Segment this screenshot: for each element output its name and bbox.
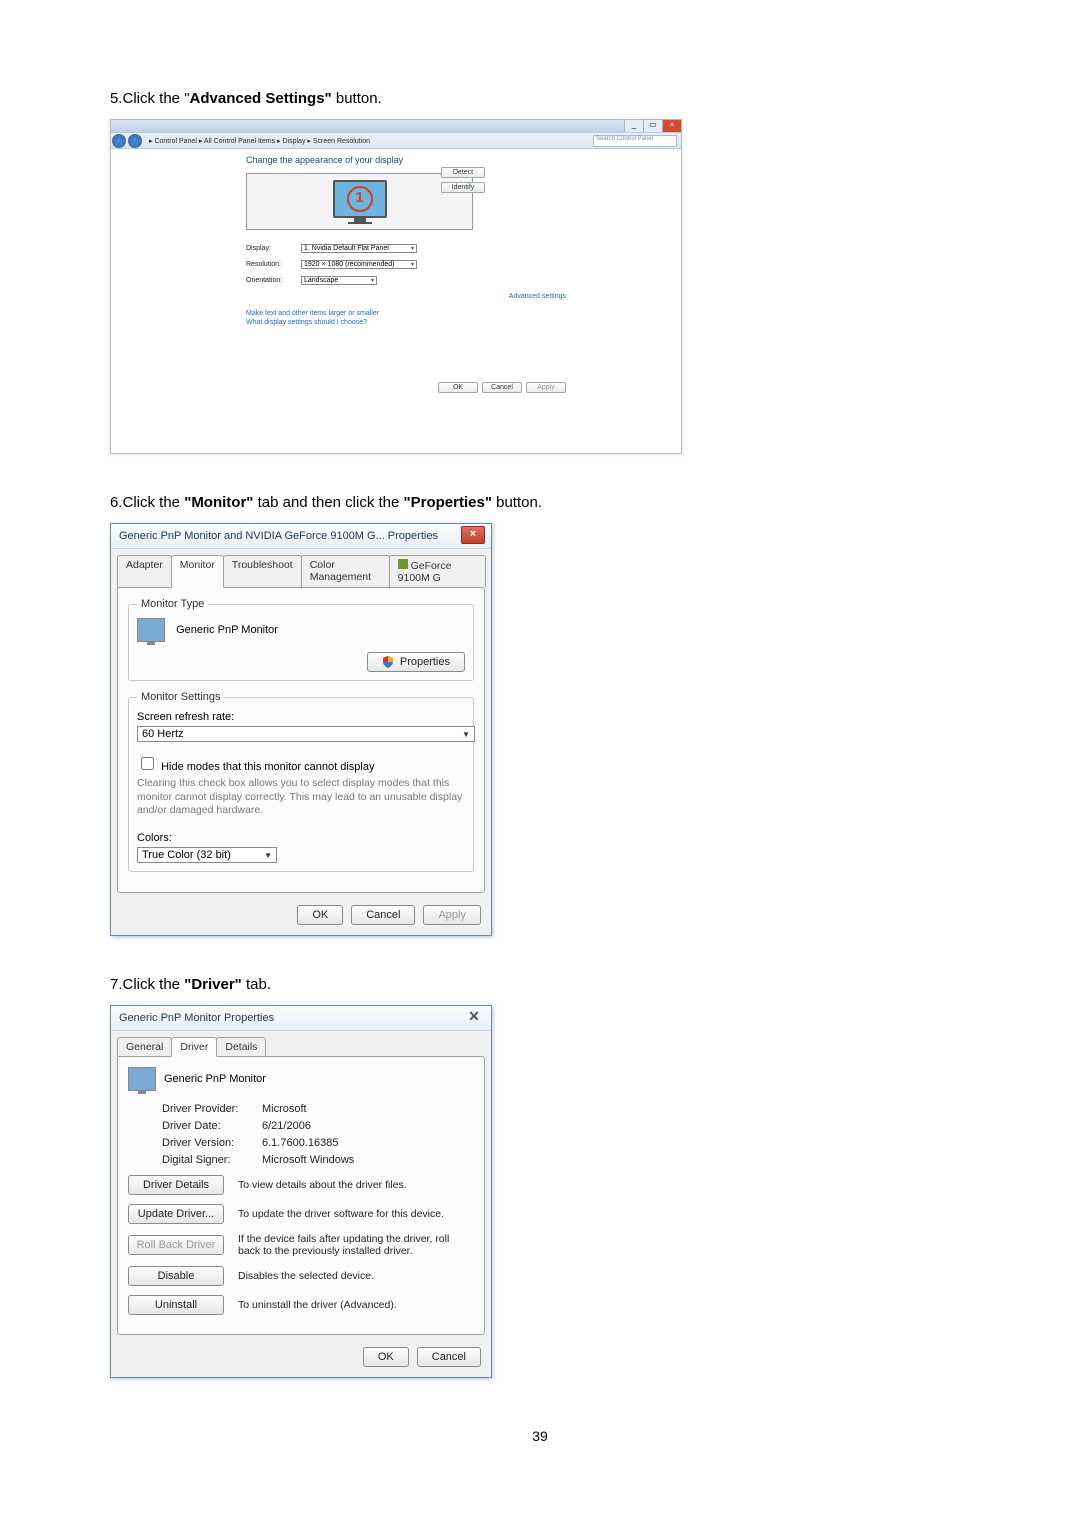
driver-provider-value: Microsoft <box>262 1103 307 1115</box>
nav-forward-icon[interactable] <box>128 134 142 148</box>
page-number: 39 <box>110 1428 970 1444</box>
cancel-button[interactable]: Cancel <box>351 905 415 925</box>
dialog-title: Generic PnP Monitor and NVIDIA GeForce 9… <box>119 530 438 542</box>
hide-modes-help: Clearing this check box allows you to se… <box>137 777 465 818</box>
ok-button[interactable]: OK <box>297 905 343 925</box>
maximize-icon[interactable]: ▭ <box>643 120 662 132</box>
display-select[interactable]: 1. Nvidia Default Flat Panel▾ <box>301 244 417 253</box>
driver-details-button[interactable]: Driver Details <box>128 1175 224 1195</box>
minimize-icon[interactable]: _ <box>624 120 643 132</box>
digital-signer-value: Microsoft Windows <box>262 1154 354 1166</box>
breadcrumb[interactable]: ▸ Control Panel ▸ All Control Panel Item… <box>149 137 370 145</box>
tab-driver[interactable]: Driver <box>171 1037 217 1057</box>
orientation-select[interactable]: Landscape▾ <box>301 276 377 285</box>
monitor-icon <box>137 618 165 642</box>
monitor-icon[interactable]: 1 <box>333 180 387 218</box>
close-icon[interactable]: ✕ <box>463 1009 485 1025</box>
rollback-driver-button[interactable]: Roll Back Driver <box>128 1235 224 1255</box>
orientation-label: Orientation: <box>246 277 301 284</box>
search-input[interactable]: Search Control Panel <box>593 135 677 147</box>
tab-adapter[interactable]: Adapter <box>117 555 172 587</box>
driver-version-value: 6.1.7600.16385 <box>262 1137 338 1149</box>
digital-signer-label: Digital Signer: <box>162 1154 262 1166</box>
monitor-properties-dialog: Generic PnP Monitor and NVIDIA GeForce 9… <box>110 523 492 936</box>
tab-general[interactable]: General <box>117 1037 172 1056</box>
driver-details-desc: To view details about the driver files. <box>238 1179 474 1191</box>
refresh-rate-select[interactable]: 60 Hertz▼ <box>137 726 475 742</box>
shield-icon <box>382 656 394 668</box>
display-label: Display: <box>246 245 301 252</box>
refresh-rate-label: Screen refresh rate: <box>137 711 465 723</box>
uninstall-button[interactable]: Uninstall <box>128 1295 224 1315</box>
help-link[interactable]: What display settings should I choose? <box>246 319 581 326</box>
resolution-select[interactable]: 1920 × 1080 (recommended)▾ <box>301 260 417 269</box>
tab-color-management[interactable]: Color Management <box>301 555 390 587</box>
step-5-text: 5.Click the "Advanced Settings" button. <box>110 90 970 107</box>
apply-button[interactable]: Apply <box>526 382 566 393</box>
text-size-link[interactable]: Make text and other items larger or smal… <box>246 310 581 317</box>
step-7-text: 7.Click the "Driver" tab. <box>110 976 970 993</box>
disable-button[interactable]: Disable <box>128 1266 224 1286</box>
disable-desc: Disables the selected device. <box>238 1270 474 1282</box>
monitor-type-group: Monitor Type <box>137 598 208 610</box>
page-title: Change the appearance of your display <box>246 155 581 165</box>
screenshot-display-settings: _ ▭ × ▸ Control Panel ▸ All Control Pane… <box>110 119 682 454</box>
display-preview: 1 <box>246 173 473 230</box>
driver-version-label: Driver Version: <box>162 1137 262 1149</box>
tab-troubleshoot[interactable]: Troubleshoot <box>223 555 302 587</box>
monitor-number: 1 <box>347 186 373 212</box>
ok-button[interactable]: OK <box>438 382 478 393</box>
cancel-button[interactable]: Cancel <box>482 382 522 393</box>
driver-date-label: Driver Date: <box>162 1120 262 1132</box>
driver-date-value: 6/21/2006 <box>262 1120 311 1132</box>
monitor-icon <box>128 1067 156 1091</box>
detect-button[interactable]: Detect <box>441 167 485 178</box>
rollback-driver-desc: If the device fails after updating the d… <box>238 1233 474 1257</box>
dialog-title: Generic PnP Monitor Properties <box>119 1012 274 1024</box>
colors-label: Colors: <box>137 832 465 844</box>
tab-monitor[interactable]: Monitor <box>171 555 224 588</box>
monitor-settings-group: Monitor Settings <box>137 691 224 703</box>
tab-details[interactable]: Details <box>216 1037 266 1056</box>
cancel-button[interactable]: Cancel <box>417 1347 481 1367</box>
resolution-label: Resolution: <box>246 261 301 268</box>
close-icon[interactable]: × <box>662 120 681 132</box>
advanced-settings-link[interactable]: Advanced settings <box>246 293 581 300</box>
driver-provider-label: Driver Provider: <box>162 1103 262 1115</box>
monitor-name: Generic PnP Monitor <box>176 624 278 636</box>
update-driver-desc: To update the driver software for this d… <box>238 1208 474 1220</box>
identify-button[interactable]: Identify <box>441 182 485 193</box>
tab-gpu[interactable]: GeForce 9100M G <box>389 555 486 587</box>
close-icon[interactable]: × <box>461 526 485 544</box>
step-6-text: 6.Click the "Monitor" tab and then click… <box>110 494 970 511</box>
properties-button[interactable]: Properties <box>367 652 465 672</box>
apply-button[interactable]: Apply <box>423 905 481 925</box>
nvidia-icon <box>398 559 408 569</box>
monitor-name: Generic PnP Monitor <box>164 1073 266 1085</box>
hide-modes-checkbox[interactable] <box>141 757 154 770</box>
update-driver-button[interactable]: Update Driver... <box>128 1204 224 1224</box>
ok-button[interactable]: OK <box>363 1347 409 1367</box>
hide-modes-label: Hide modes that this monitor cannot disp… <box>161 761 374 773</box>
colors-select[interactable]: True Color (32 bit)▼ <box>137 847 277 863</box>
uninstall-desc: To uninstall the driver (Advanced). <box>238 1299 474 1311</box>
nav-back-icon[interactable] <box>112 134 126 148</box>
driver-properties-dialog: Generic PnP Monitor Properties ✕ General… <box>110 1005 492 1378</box>
